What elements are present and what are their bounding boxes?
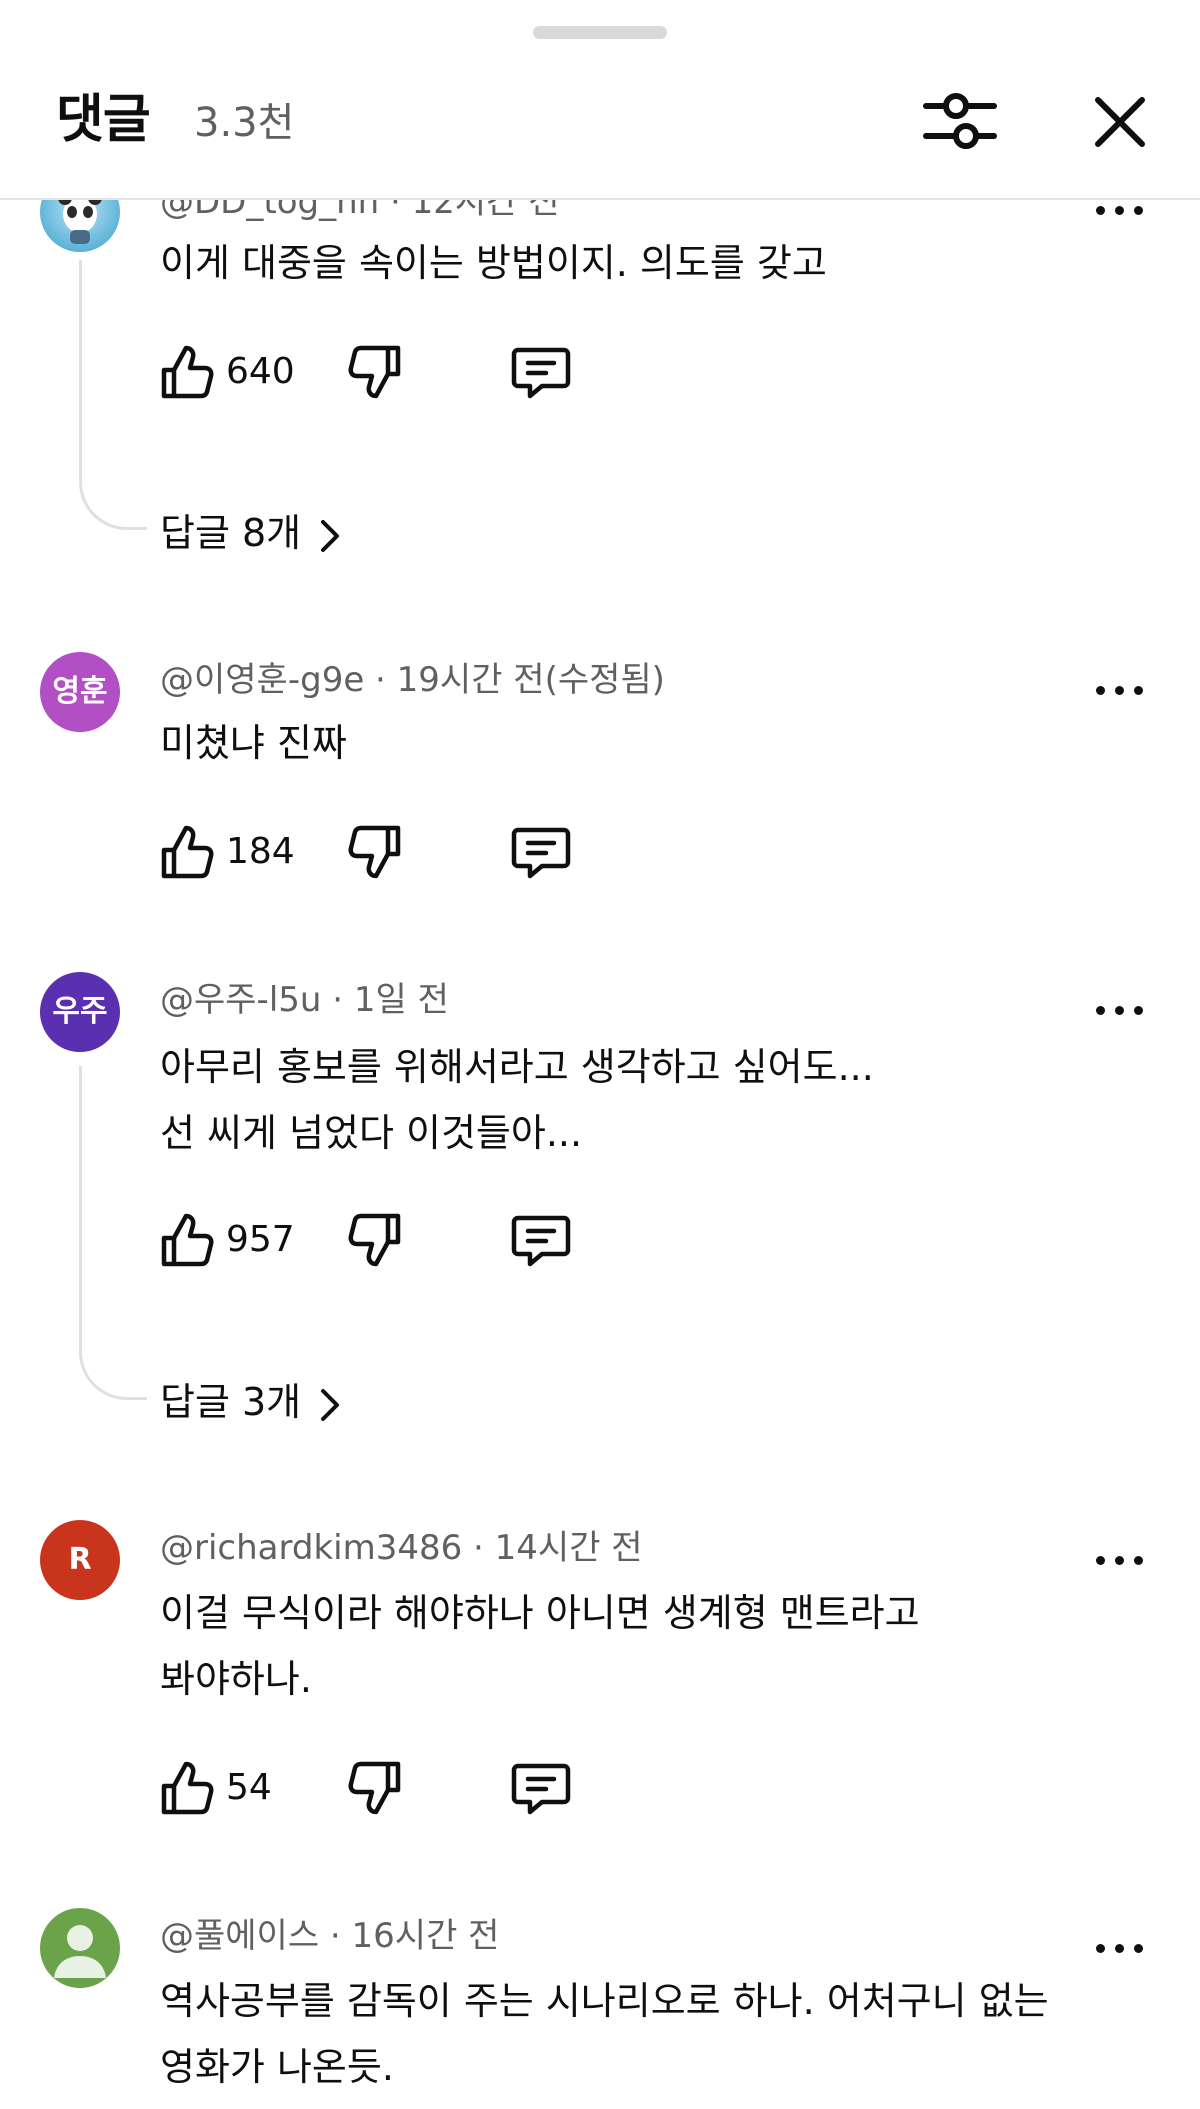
thumbs-down-icon[interactable] [346, 820, 404, 884]
replies-label: 답글 3개 [160, 1380, 302, 1424]
replies-toggle[interactable]: 답글 8개 [160, 508, 343, 558]
comment-list[interactable]: @DD_tog_nn · 12시간 전 이게 대중을 속이는 방법이지. 의도를… [0, 0, 1200, 2109]
avatar[interactable]: 영훈 [40, 652, 120, 732]
avatar[interactable]: 우주 [40, 972, 120, 1052]
more-options-button[interactable] [1094, 1540, 1146, 1580]
comment-author[interactable]: @풀에이스 · 16시간 전 [160, 1914, 499, 1958]
more-options-button[interactable] [1094, 990, 1146, 1030]
comment-text: 이게 대중을 속이는 방법이지. 의도를 갖고 [160, 241, 827, 285]
replies-toggle[interactable]: 답글 3개 [160, 1377, 343, 1427]
more-options-button[interactable] [1094, 670, 1146, 710]
reply-icon[interactable] [510, 1758, 572, 1818]
comments-header: 댓글 3.3천 [0, 60, 1200, 200]
thumbs-down-icon[interactable] [346, 1208, 404, 1272]
sliders-icon[interactable] [920, 86, 1000, 156]
thread-connector [79, 260, 147, 530]
like-count: 54 [226, 1767, 272, 1808]
reply-icon[interactable] [510, 822, 572, 882]
like-count: 957 [226, 1219, 295, 1260]
thread-connector [79, 1066, 147, 1400]
avatar[interactable] [40, 1908, 120, 1988]
thumbs-down-icon[interactable] [346, 340, 404, 404]
close-icon[interactable] [1088, 90, 1152, 154]
like-count: 184 [226, 831, 295, 872]
comment-count: 3.3천 [194, 100, 295, 146]
drag-handle[interactable] [533, 26, 667, 39]
comment-text: 역사공부를 감독이 주는 시나리오로 하나. 어처구니 없는 영화가 나온듯. [160, 1979, 1049, 2089]
comment-author[interactable]: @이영훈-g9e · 19시간 전(수정됨) [160, 658, 665, 702]
reply-icon[interactable] [510, 1210, 572, 1270]
comment-author[interactable]: @우주-l5u · 1일 전 [160, 978, 449, 1022]
comment-author[interactable]: @richardkim3486 · 14시간 전 [160, 1526, 643, 1570]
thumbs-up-icon[interactable] [158, 820, 216, 884]
chevron-right-icon [321, 1388, 340, 1421]
thumbs-down-icon[interactable] [346, 1756, 404, 1820]
avatar-initials: 영훈 [52, 674, 108, 709]
comment-text: 이걸 무식이라 해야하나 아니면 생계형 맨트라고 봐야하나. [160, 1591, 920, 1701]
page-title: 댓글 [56, 90, 151, 150]
default-person-icon [54, 1925, 106, 1978]
comments-sheet: @DD_tog_nn · 12시간 전 이게 대중을 속이는 방법이지. 의도를… [0, 0, 1200, 2109]
like-count: 640 [226, 351, 295, 392]
reply-icon[interactable] [510, 342, 572, 402]
more-options-button[interactable] [1094, 1928, 1146, 1968]
thumbs-up-icon[interactable] [158, 340, 216, 404]
comment-text: 미쳤냐 진짜 [160, 721, 347, 765]
chevron-right-icon [321, 519, 340, 552]
thumbs-up-icon[interactable] [158, 1208, 216, 1272]
replies-label: 답글 8개 [160, 511, 302, 555]
avatar[interactable]: R [40, 1520, 120, 1600]
avatar-initials: 우주 [52, 994, 108, 1029]
thumbs-up-icon[interactable] [158, 1756, 216, 1820]
avatar-initials: R [68, 1542, 92, 1577]
comment-text: 아무리 홍보를 위해서라고 생각하고 싶어도... 선 씨게 넘었다 이것들아.… [160, 1045, 874, 1155]
